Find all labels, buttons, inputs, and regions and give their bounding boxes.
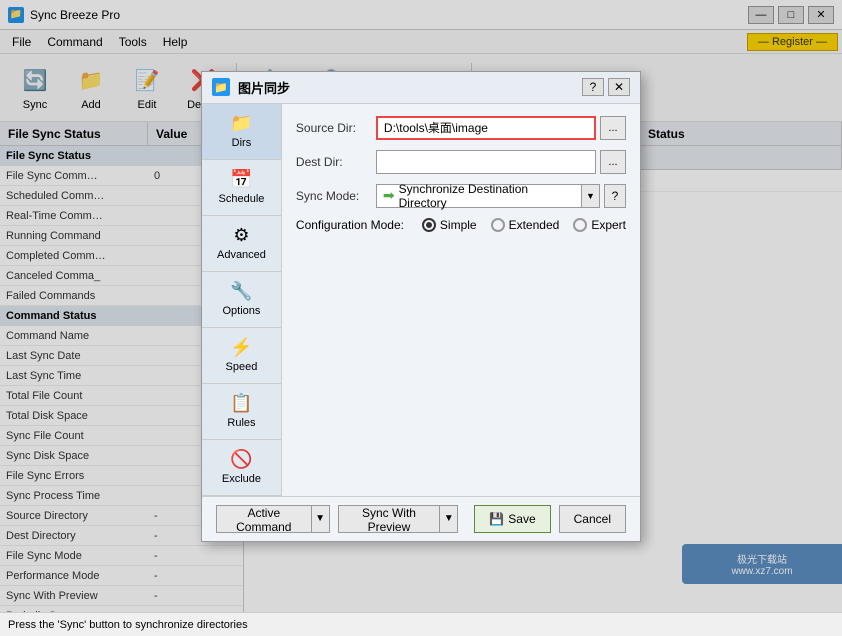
modal-nav-rules[interactable]: 📋 Rules xyxy=(202,384,281,440)
config-simple-radio-indicator xyxy=(422,218,436,232)
modal-dialog: 📁 图片同步 ? ✕ 📁 Dirs 📅 Schedule xyxy=(201,71,641,542)
config-extended-radio-indicator xyxy=(491,218,505,232)
source-dir-row: Source Dir: ... xyxy=(296,116,626,140)
save-label: Save xyxy=(508,512,535,526)
status-text: Press the 'Sync' button to synchronize d… xyxy=(8,619,248,631)
rules-label: Rules xyxy=(227,417,255,429)
sync-mode-dropdown-arrow[interactable]: ▼ xyxy=(582,184,600,208)
sync-mode-display[interactable]: ➡ Synchronize Destination Directory xyxy=(376,184,582,208)
sync-mode-value: Synchronize Destination Directory xyxy=(399,182,575,210)
modal-nav-exclude[interactable]: 🚫 Exclude xyxy=(202,440,281,496)
config-simple-radio[interactable]: Simple xyxy=(422,218,477,232)
dest-dir-input[interactable] xyxy=(376,150,596,174)
schedule-label: Schedule xyxy=(219,193,265,205)
config-extended-radio[interactable]: Extended xyxy=(491,218,560,232)
modal-nav-options[interactable]: 🔧 Options xyxy=(202,272,281,328)
exclude-label: Exclude xyxy=(222,473,261,485)
config-extended-label: Extended xyxy=(509,218,560,232)
modal-options-label: Options xyxy=(222,305,260,317)
modal-help-button[interactable]: ? xyxy=(582,78,604,96)
modal-nav-schedule[interactable]: 📅 Schedule xyxy=(202,160,281,216)
sync-mode-label: Sync Mode: xyxy=(296,189,376,203)
modal-nav-dirs[interactable]: 📁 Dirs xyxy=(202,104,281,160)
modal-nav-speed[interactable]: ⚡ Speed xyxy=(202,328,281,384)
dirs-label: Dirs xyxy=(232,137,252,149)
dirs-icon: 📁 xyxy=(230,113,252,134)
active-command-button[interactable]: Active Command xyxy=(216,505,312,533)
modal-nav-advanced[interactable]: ⚙ Advanced xyxy=(202,216,281,272)
sync-preview-group: Sync With Preview ▼ xyxy=(338,505,459,533)
config-mode-radio-group: Simple Extended Expert xyxy=(422,218,626,232)
dest-dir-row: Dest Dir: ... xyxy=(296,150,626,174)
modal-form-content: Source Dir: ... Dest Dir: ... Sync Mode:… xyxy=(282,104,640,496)
status-bar: Press the 'Sync' button to synchronize d… xyxy=(0,612,842,636)
config-expert-radio-indicator xyxy=(573,218,587,232)
source-dir-browse-button[interactable]: ... xyxy=(600,116,626,140)
speed-label: Speed xyxy=(226,361,258,373)
modal-title-controls: ? ✕ xyxy=(582,78,630,96)
sync-preview-dropdown[interactable]: ▼ xyxy=(440,505,458,533)
config-expert-label: Expert xyxy=(591,218,626,232)
save-icon: 💾 xyxy=(489,512,504,526)
advanced-label: Advanced xyxy=(217,249,266,261)
modal-title-bar: 📁 图片同步 ? ✕ xyxy=(202,72,640,104)
exclude-icon: 🚫 xyxy=(230,449,252,470)
source-dir-label: Source Dir: xyxy=(296,121,376,135)
config-simple-label: Simple xyxy=(440,218,477,232)
dest-dir-browse-button[interactable]: ... xyxy=(600,150,626,174)
rules-icon: 📋 xyxy=(230,393,252,414)
dest-dir-label: Dest Dir: xyxy=(296,155,376,169)
sync-mode-arrow: ➡ xyxy=(383,187,395,204)
config-expert-radio[interactable]: Expert xyxy=(573,218,626,232)
speed-icon: ⚡ xyxy=(230,337,252,358)
active-command-dropdown[interactable]: ▼ xyxy=(312,505,330,533)
modal-title-icon: 📁 xyxy=(212,78,230,96)
cancel-button[interactable]: Cancel xyxy=(559,505,626,533)
source-dir-input[interactable] xyxy=(376,116,596,140)
modal-body: 📁 Dirs 📅 Schedule ⚙ Advanced 🔧 Options ⚡ xyxy=(202,104,640,496)
schedule-icon: 📅 xyxy=(230,169,252,190)
sync-mode-help-button[interactable]: ? xyxy=(604,184,626,208)
advanced-icon: ⚙ xyxy=(233,225,249,246)
modal-overlay: 📁 图片同步 ? ✕ 📁 Dirs 📅 Schedule xyxy=(0,0,842,612)
active-command-group: Active Command ▼ xyxy=(216,505,330,533)
config-mode-label: Configuration Mode: xyxy=(296,218,406,232)
modal-sidebar: 📁 Dirs 📅 Schedule ⚙ Advanced 🔧 Options ⚡ xyxy=(202,104,282,496)
modal-close-button[interactable]: ✕ xyxy=(608,78,630,96)
sync-with-preview-button[interactable]: Sync With Preview xyxy=(338,505,441,533)
modal-footer: Active Command ▼ Sync With Preview ▼ 💾 S… xyxy=(202,496,640,541)
modal-title: 图片同步 xyxy=(238,78,582,97)
sync-mode-row: Sync Mode: ➡ Synchronize Destination Dir… xyxy=(296,184,626,208)
save-button[interactable]: 💾 Save xyxy=(474,505,550,533)
config-mode-row: Configuration Mode: Simple Extended E xyxy=(296,218,626,232)
modal-options-icon: 🔧 xyxy=(230,281,252,302)
